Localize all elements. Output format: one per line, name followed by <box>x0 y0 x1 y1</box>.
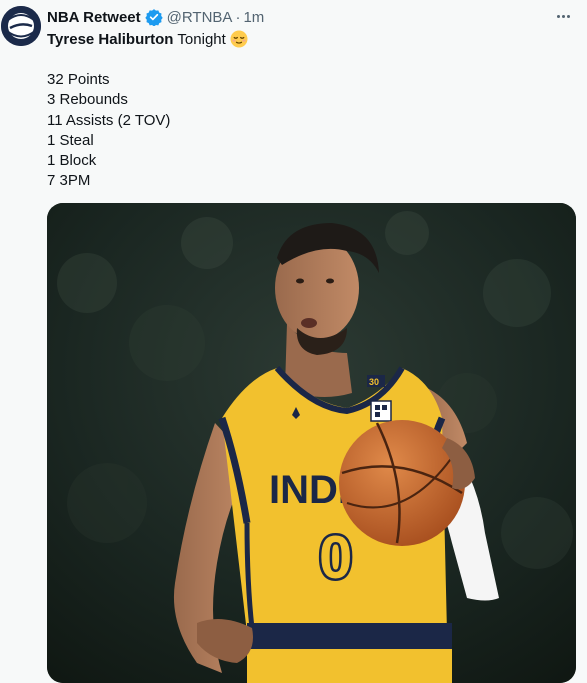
tweet-timestamp[interactable]: 1m <box>243 9 264 26</box>
author-avatar[interactable] <box>1 6 41 46</box>
tweet-card[interactable]: NBA Retweet @RTNBA · 1m Tyrese Haliburto… <box>0 0 587 683</box>
player-photo: INDI 0 30 <box>47 203 576 683</box>
relieved-face-emoji-icon <box>230 30 248 48</box>
stat-lines: 32 Points 3 Rebounds 11 Assists (2 TOV) … <box>47 70 170 192</box>
verified-badge-icon <box>144 8 163 26</box>
jersey-number: 0 <box>319 524 352 591</box>
jersey-shoulder-number: 30 <box>369 377 379 387</box>
stat-threes: 7 3PM <box>47 172 91 190</box>
stat-blocks: 1 Block <box>47 152 97 170</box>
headline-text: Tonight <box>177 30 226 48</box>
stat-points: 32 Points <box>47 71 110 88</box>
player-name: Tyrese Haliburton <box>47 30 174 48</box>
tweet-header: NBA Retweet @RTNBA · 1m <box>47 7 264 27</box>
stat-rebounds: 3 Rebounds <box>47 91 128 109</box>
tweet-media-photo[interactable]: INDI 0 30 <box>47 203 576 683</box>
stat-steals: 1 Steal <box>47 131 94 149</box>
separator-dot: · <box>235 8 241 26</box>
jersey-wordmark: INDI <box>269 468 349 512</box>
more-options-icon[interactable] <box>553 8 573 24</box>
stat-assists: 11 Assists (2 TOV) <box>47 111 171 129</box>
tweet-headline: Tyrese Haliburton Tonight <box>47 29 248 49</box>
author-name[interactable]: NBA Retweet <box>47 9 141 26</box>
author-handle[interactable]: @RTNBA <box>167 9 233 26</box>
